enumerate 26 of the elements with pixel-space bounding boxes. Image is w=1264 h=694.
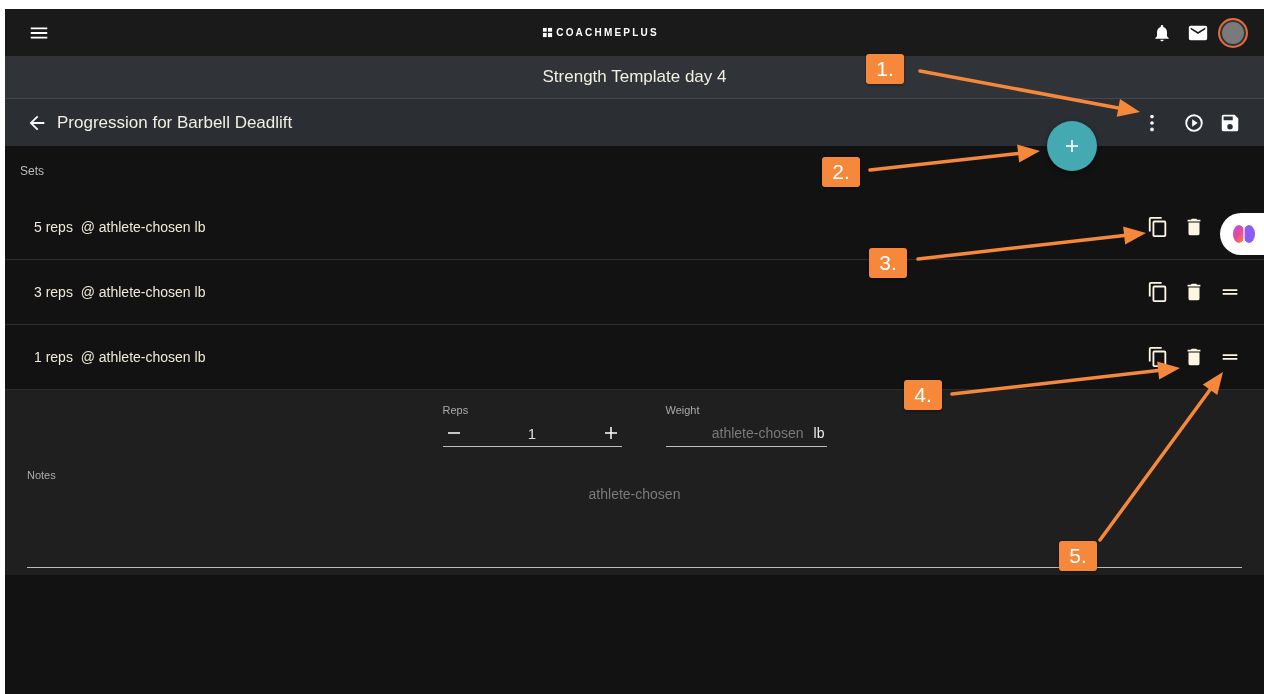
weight-input[interactable]: athlete-chosen xyxy=(665,424,814,442)
logo-icon xyxy=(542,27,554,38)
toolbar-title: Progression for Barbell Deadlift xyxy=(57,112,294,133)
assistant-button[interactable] xyxy=(1220,213,1264,255)
callout-badge: 4. xyxy=(904,380,942,410)
copy-icon[interactable] xyxy=(1147,216,1169,238)
avatar[interactable] xyxy=(1218,17,1248,48)
reps-input[interactable]: 1 xyxy=(464,423,600,443)
callout-badge: 5. xyxy=(1059,541,1097,571)
brain-icon xyxy=(1232,223,1256,245)
field-label: Reps xyxy=(442,404,470,416)
set-label[interactable]: 3 reps @ athlete-chosen lb xyxy=(34,284,1140,300)
bell-icon[interactable] xyxy=(1152,22,1172,43)
set-label[interactable]: 5 reps @ athlete-chosen lb xyxy=(34,219,1140,235)
play-icon[interactable] xyxy=(1183,111,1205,134)
callout-badge: 2. xyxy=(822,157,860,187)
copy-icon[interactable] xyxy=(1147,281,1169,303)
callout-badge: 1. xyxy=(866,54,904,84)
unit-label: lb xyxy=(813,425,826,441)
set-label[interactable]: 1 reps @ athlete-chosen lb xyxy=(34,349,1140,365)
field-label: Weight xyxy=(665,404,701,416)
logo-text: COACHMEPLUS xyxy=(556,27,659,38)
field-label: Notes xyxy=(27,469,57,481)
section-label: Sets xyxy=(20,164,44,178)
weight-field[interactable]: athlete-chosen lb xyxy=(665,420,827,447)
callout-badge: 3. xyxy=(869,248,907,278)
